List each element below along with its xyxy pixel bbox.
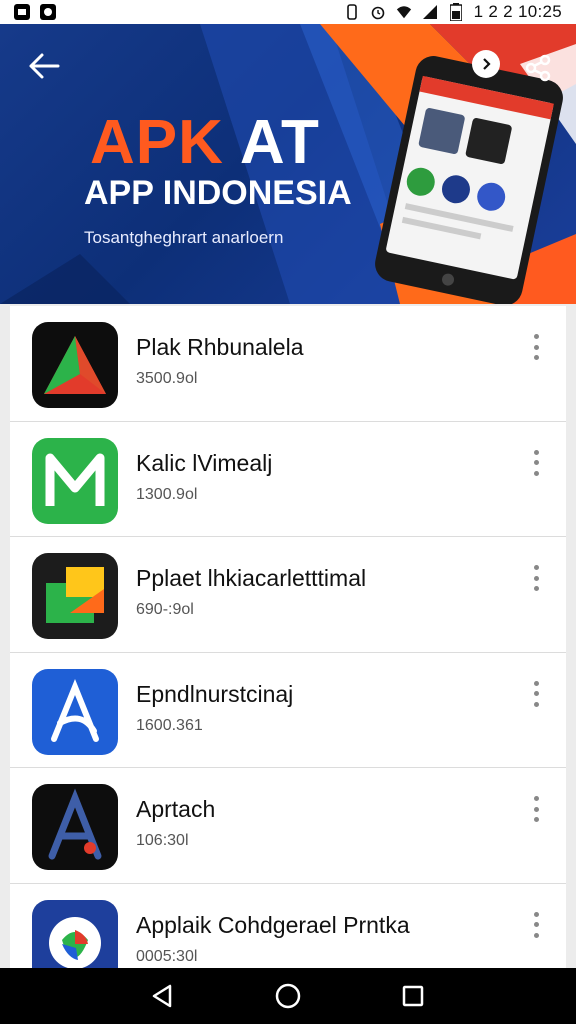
photos-icon bbox=[32, 899, 118, 968]
app-size: 1600.361 bbox=[136, 716, 203, 734]
app-name: Pplaet lhkiacarletttimal bbox=[136, 565, 367, 591]
header-banner: APK AT APP INDONESIA Tosantgheghrart ana… bbox=[0, 24, 576, 304]
folder-icon bbox=[32, 553, 118, 639]
battery-icon bbox=[448, 3, 464, 21]
more-options-icon[interactable] bbox=[524, 679, 548, 709]
app-size: 3500.9ol bbox=[136, 370, 198, 387]
photo-app-icon bbox=[40, 4, 56, 20]
home-circle-icon bbox=[275, 983, 301, 1009]
recents-square-icon bbox=[403, 985, 424, 1007]
list-item[interactable]: Kalic lVimealj 1300.9ol bbox=[10, 421, 566, 537]
app-name: Applaik Cohdgerael Prntka bbox=[136, 911, 410, 938]
back-triangle-icon bbox=[152, 984, 171, 1008]
banner-subtitle: APP INDONESIA bbox=[84, 174, 352, 212]
app-name: Epndlnurstcinaj bbox=[136, 680, 294, 707]
more-options-icon[interactable] bbox=[524, 910, 548, 940]
more-options-icon[interactable] bbox=[524, 794, 548, 824]
banner-title: APK AT bbox=[90, 112, 320, 174]
app-size: 0005:30l bbox=[136, 947, 198, 965]
app-name: Aprtach bbox=[136, 796, 216, 822]
nav-back-button[interactable] bbox=[143, 976, 183, 1016]
app-size: 1300.9ol bbox=[136, 485, 198, 503]
chrome-a-icon bbox=[32, 784, 118, 870]
status-bar-right: 1 2 2 10:25 bbox=[344, 2, 562, 22]
banner-title-rest: AT bbox=[239, 108, 320, 177]
banner-tagline: Tosantgheghrart anarloern bbox=[84, 228, 284, 247]
list-item[interactable]: Applaik Cohdgerael Prntka 0005:30l bbox=[10, 883, 566, 968]
app-size: 690-:9ol bbox=[136, 601, 194, 618]
wifi-icon bbox=[396, 4, 412, 20]
share-icon bbox=[525, 54, 551, 82]
app-name: Plak Rhbunalela bbox=[136, 334, 304, 360]
app-list[interactable]: Plak Rhbunalela 3500.9ol Kalic lVimealj … bbox=[10, 306, 566, 968]
list-item[interactable]: Aprtach 106:30l bbox=[10, 768, 566, 884]
chevron-right-icon bbox=[483, 58, 491, 70]
more-options-icon[interactable] bbox=[524, 448, 548, 478]
alarm-icon bbox=[370, 4, 386, 20]
phone-illustration bbox=[375, 56, 563, 304]
nav-recents-button[interactable] bbox=[393, 976, 433, 1016]
share-button[interactable] bbox=[516, 46, 560, 90]
back-button[interactable] bbox=[22, 46, 66, 86]
notification-app-icon bbox=[14, 4, 30, 20]
more-options-icon[interactable] bbox=[524, 563, 548, 593]
signal-icon bbox=[422, 4, 438, 20]
banner-chevron-button[interactable] bbox=[472, 50, 500, 78]
status-bar: 1 2 2 10:25 bbox=[0, 0, 576, 24]
banner-title-accent: APK bbox=[90, 108, 224, 177]
more-options-icon[interactable] bbox=[524, 332, 548, 362]
letter-a-icon bbox=[32, 322, 118, 408]
navigation-bar bbox=[0, 968, 576, 1024]
list-item[interactable]: Pplaet lhkiacarletttimal 690-:9ol bbox=[10, 537, 566, 653]
status-bar-left bbox=[14, 4, 56, 20]
pen-a-icon bbox=[32, 668, 118, 755]
list-item[interactable]: Epndlnurstcinaj 1600.361 bbox=[10, 652, 566, 768]
vibrate-icon bbox=[344, 4, 360, 20]
list-item[interactable]: Plak Rhbunalela 3500.9ol bbox=[10, 306, 566, 422]
arrow-left-icon bbox=[29, 53, 60, 79]
app-name: Kalic lVimealj bbox=[136, 449, 273, 476]
status-time: 1 2 2 10:25 bbox=[473, 2, 562, 21]
nav-home-button[interactable] bbox=[268, 976, 308, 1016]
app-size: 106:30l bbox=[136, 832, 189, 849]
letter-m-icon bbox=[32, 437, 118, 524]
